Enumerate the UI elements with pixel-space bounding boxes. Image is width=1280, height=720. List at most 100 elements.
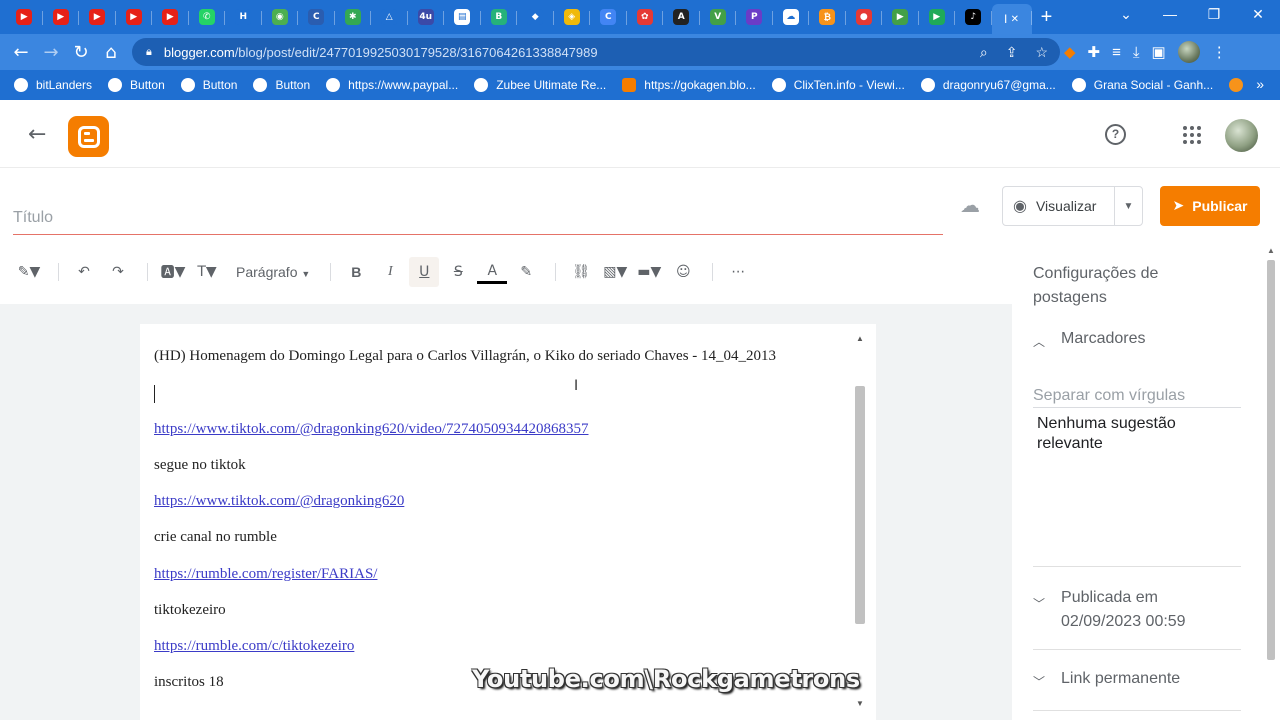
home-icon[interactable]: ⌂ (96, 37, 126, 67)
redo-icon[interactable]: ↷ (103, 257, 133, 287)
back-icon[interactable]: ← (6, 37, 36, 67)
account-avatar[interactable] (1225, 119, 1258, 152)
browser-tab[interactable]: ◈ (554, 4, 591, 30)
bookmark-item[interactable] (1229, 78, 1251, 92)
bold-icon[interactable]: B (341, 257, 371, 287)
reload-icon[interactable]: ↻ (66, 37, 96, 67)
forward-icon[interactable]: → (36, 37, 66, 67)
bookmark-item[interactable]: bitLanders (14, 78, 92, 92)
font-size-icon[interactable]: T ▼ (192, 257, 222, 287)
browser-tab[interactable]: P (736, 4, 773, 30)
bookmark-item[interactable]: Zubee Ultimate Re... (474, 78, 606, 92)
post-link[interactable]: https://www.tiktok.com/@dragonking620 (154, 493, 404, 510)
restore-button[interactable]: ❐ (1192, 0, 1236, 30)
chrome-menu-icon[interactable]: ⋮ (1212, 43, 1227, 61)
browser-tab[interactable]: V (700, 4, 737, 30)
publish-button[interactable]: ➤ Publicar (1160, 186, 1260, 226)
browser-tab[interactable]: ▶ (882, 4, 919, 30)
bookmark-item[interactable]: dragonryu67@gma... (920, 78, 1056, 92)
italic-icon[interactable]: I (375, 257, 405, 287)
bookmark-item[interactable]: https://www.paypal... (326, 78, 458, 92)
side-panel-scrollbar[interactable]: ▲ (1264, 244, 1278, 720)
back-arrow-icon[interactable]: ← (28, 122, 46, 147)
browser-tab[interactable]: 4u (408, 4, 445, 30)
browser-tab[interactable]: ▶ (43, 4, 80, 30)
image-icon[interactable]: ▧ ▼ (600, 257, 630, 287)
browser-tab[interactable]: ✿ (627, 4, 664, 30)
browser-tab[interactable]: C (298, 4, 335, 30)
browser-tab[interactable]: △ (371, 4, 408, 30)
strikethrough-icon[interactable]: S (443, 257, 473, 287)
browser-tab[interactable]: ▶ (6, 4, 43, 30)
post-link[interactable]: https://www.tiktok.com/@dragonking620/vi… (154, 421, 589, 438)
close-tab-icon[interactable]: ✕ (1011, 14, 1019, 25)
emoji-icon[interactable]: ☺ (668, 257, 698, 287)
browser-tab[interactable]: ✆ (189, 4, 226, 30)
labels-section-header[interactable]: ︿ Marcadores (1033, 330, 1146, 350)
browser-tab[interactable]: ▶ (152, 4, 189, 30)
text-color-icon[interactable]: A (477, 260, 508, 284)
labels-input[interactable] (1033, 384, 1241, 408)
browser-tab[interactable]: ▶ (919, 4, 956, 30)
browser-tab[interactable]: ₿ (809, 4, 846, 30)
bookmark-item[interactable]: ClixTen.info - Viewi... (771, 78, 905, 92)
bookmark-item[interactable]: Button (180, 78, 237, 92)
close-window-button[interactable]: ✕ (1236, 0, 1280, 30)
bookmarks-overflow-icon[interactable]: » (1256, 76, 1264, 92)
browser-tab[interactable]: C (590, 4, 627, 30)
apps-grid-icon[interactable] (1183, 126, 1201, 144)
published-section-header[interactable]: ﹀ Publicada em 02/09/2023 00:59 (1033, 586, 1186, 634)
font-icon[interactable]: 🅰︎ ▼ (158, 257, 188, 287)
bookmark-item[interactable]: Button (108, 78, 165, 92)
browser-tab[interactable]: ● (846, 4, 883, 30)
video-icon[interactable]: ▬ ▼ (634, 257, 664, 287)
minimize-button[interactable]: — (1148, 0, 1192, 30)
browser-tab[interactable]: ✱ (335, 4, 372, 30)
permalink-section-header[interactable]: ﹀ Link permanente (1033, 670, 1180, 690)
browser-tab[interactable]: ♪ (955, 4, 992, 30)
browser-tab[interactable]: ☁ (773, 4, 810, 30)
help-icon[interactable]: ? (1105, 124, 1126, 145)
scroll-up-icon[interactable]: ▲ (856, 334, 864, 343)
star-icon[interactable]: ☆ (1035, 44, 1048, 61)
more-icon[interactable]: ⋯ (723, 257, 753, 287)
zoom-icon[interactable]: ⌕ (980, 44, 988, 61)
new-tab-button[interactable]: + (1032, 6, 1062, 29)
editor-scrollbar[interactable]: ▲ ▼ (852, 330, 868, 710)
compose-mode-icon[interactable]: ✎ ▼ (14, 257, 44, 287)
scroll-up-icon[interactable]: ▲ (1267, 246, 1275, 255)
underline-icon[interactable]: U (409, 257, 440, 287)
browser-tab[interactable]: A (663, 4, 700, 30)
blogger-logo[interactable] (68, 116, 109, 157)
puzzle-icon[interactable]: ✚ (1088, 43, 1101, 61)
post-link[interactable]: https://rumble.com/c/tiktokezeiro (154, 638, 354, 655)
browser-tab[interactable]: ◉ (262, 4, 299, 30)
share-icon[interactable]: ⇪ (1006, 44, 1018, 61)
preview-dropdown-icon[interactable]: ▼ (1114, 187, 1142, 225)
post-body-editor[interactable]: (HD) Homenagem do Domingo Legal para o C… (140, 324, 876, 720)
bookmark-item[interactable]: https://gokagen.blo... (622, 78, 756, 92)
scrollbar-thumb[interactable] (855, 386, 865, 624)
browser-tab[interactable]: ◆ (517, 4, 554, 30)
preview-button[interactable]: ◉ Visualizar ▼ (1002, 186, 1143, 226)
browser-tab[interactable]: ▶ (116, 4, 153, 30)
undo-icon[interactable]: ↶ (69, 257, 99, 287)
download-icon[interactable]: ⤓ (1133, 44, 1140, 61)
post-link[interactable]: https://rumble.com/register/FARIAS/ (154, 566, 377, 583)
profile-avatar[interactable] (1177, 41, 1200, 63)
sidepanel-icon[interactable]: ▣ (1152, 43, 1166, 61)
fox-extension-icon[interactable]: ◆ (1064, 43, 1076, 61)
bookmark-item[interactable]: Button (253, 78, 310, 92)
url-bar[interactable]: 🔒︎ blogger.com/blog/post/edit/2477019925… (132, 38, 1060, 66)
highlight-icon[interactable]: ✎ (511, 257, 541, 287)
browser-tab[interactable]: ▶ (79, 4, 116, 30)
scrollbar-thumb[interactable] (1267, 260, 1275, 660)
browser-tab[interactable]: B (481, 4, 518, 30)
browser-tab[interactable]: H (225, 4, 262, 30)
tab-search-icon[interactable]: ⌄ (1104, 0, 1148, 30)
browser-tab[interactable]: ▤ (444, 4, 481, 30)
post-title-input[interactable] (13, 202, 943, 235)
active-browser-tab[interactable]: I ✕ (991, 4, 1032, 34)
bookmark-item[interactable]: Grana Social - Ganh... (1071, 78, 1213, 92)
media-icon[interactable]: ≡ (1112, 44, 1121, 61)
